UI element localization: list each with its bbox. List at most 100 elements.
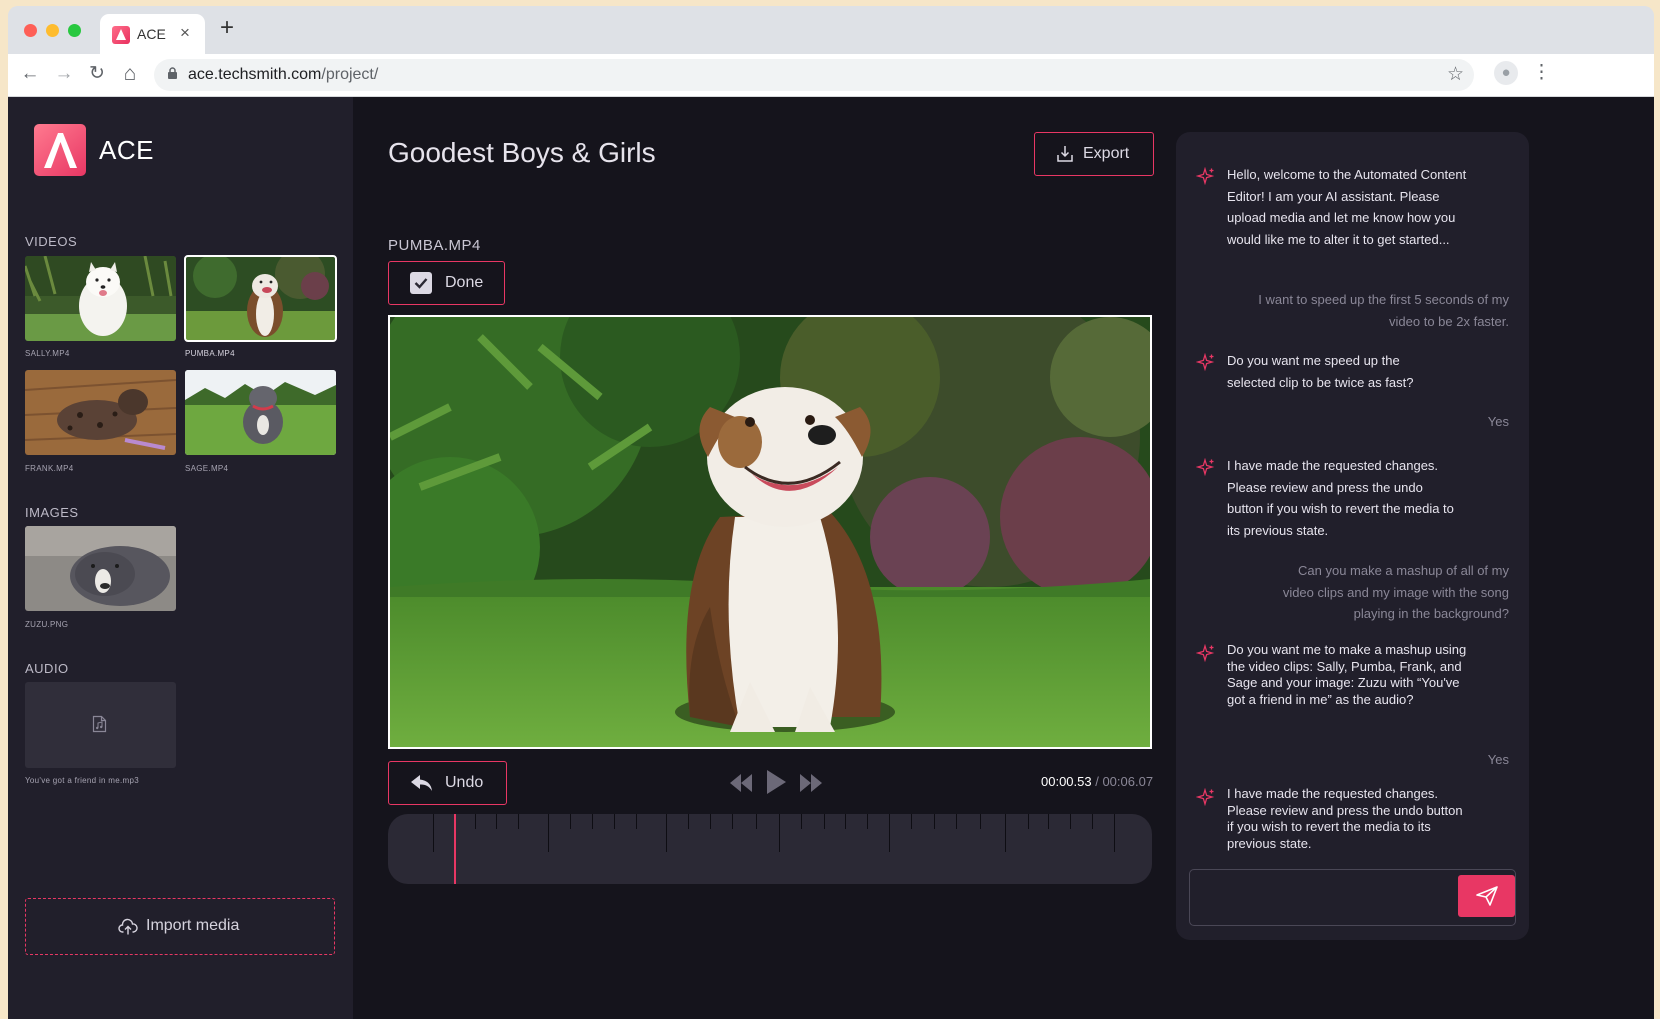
ai-message: I have made the requested changes. Pleas… bbox=[1227, 458, 1454, 538]
video-thumbnail-sage[interactable] bbox=[185, 370, 336, 455]
project-title: Goodest Boys & Girls bbox=[388, 137, 656, 168]
audio-label: You've got a friend in me.mp3 bbox=[25, 776, 139, 785]
tab-strip: ACE × + bbox=[8, 6, 1654, 54]
ai-message: I have made the requested changes. Pleas… bbox=[1227, 786, 1463, 851]
user-message: Yes bbox=[1487, 752, 1509, 767]
timeline-tick-major bbox=[889, 814, 890, 852]
timeline-tick-minor bbox=[934, 814, 935, 829]
checkbox-checked-icon bbox=[410, 272, 432, 294]
browser-menu-icon[interactable]: ⋮ bbox=[1532, 61, 1551, 84]
playhead[interactable] bbox=[454, 814, 456, 884]
lock-icon bbox=[168, 67, 177, 79]
timeline-tick-major bbox=[548, 814, 549, 852]
timeline-tick-minor bbox=[688, 814, 689, 829]
play-icon[interactable] bbox=[764, 768, 788, 796]
new-tab-icon[interactable]: + bbox=[220, 16, 234, 40]
ai-sparkle-icon bbox=[1196, 167, 1215, 186]
timeline-tick-minor bbox=[756, 814, 757, 829]
timeline-tick-major bbox=[666, 814, 667, 852]
timeline-tick-minor bbox=[1070, 814, 1071, 829]
timeline-tick-minor bbox=[518, 814, 519, 829]
url-text: ace.techsmith.com/project/ bbox=[188, 66, 379, 83]
media-sidebar: ACE VIDEOS SALLY.MP4 PUMBA.MP4 FRANK.MP4… bbox=[8, 97, 353, 1019]
bookmark-star-icon[interactable]: ☆ bbox=[1447, 63, 1464, 86]
timeline-tick-major bbox=[433, 814, 434, 852]
audio-section-title: AUDIO bbox=[25, 661, 69, 676]
address-bar[interactable]: ace.techsmith.com/project/ ☆ bbox=[154, 59, 1474, 91]
rewind-icon[interactable] bbox=[728, 772, 754, 794]
image-thumbnail-zuzu[interactable] bbox=[25, 526, 176, 611]
profile-avatar-icon[interactable]: ● bbox=[1494, 61, 1518, 85]
undo-button[interactable]: Undo bbox=[388, 761, 507, 805]
video-preview[interactable] bbox=[388, 315, 1152, 749]
editor-main: Goodest Boys & Girls Export PUMBA.MP4 Do… bbox=[353, 97, 1173, 1019]
send-paper-plane-icon bbox=[1476, 886, 1498, 906]
undo-arrow-icon bbox=[411, 775, 432, 791]
timeline-tick-minor bbox=[956, 814, 957, 829]
timeline-tick-minor bbox=[636, 814, 637, 829]
timeline-tick-major bbox=[1114, 814, 1115, 852]
ace-favicon-icon bbox=[112, 26, 130, 44]
fast-forward-icon[interactable] bbox=[798, 772, 824, 794]
ai-message: Do you want me to make a mashup using th… bbox=[1227, 642, 1467, 707]
timeline-tick-minor bbox=[824, 814, 825, 829]
home-icon[interactable]: ⌂ bbox=[118, 62, 142, 86]
app-name: ACE bbox=[99, 135, 154, 165]
ai-chat-panel: Hello, welcome to the Automated Content … bbox=[1176, 132, 1529, 940]
import-media-button[interactable]: Import media bbox=[25, 898, 335, 955]
video-thumbnail-frank[interactable] bbox=[25, 370, 176, 455]
timeline-tick-minor bbox=[496, 814, 497, 829]
reload-icon[interactable]: ↻ bbox=[85, 62, 109, 86]
send-button[interactable] bbox=[1458, 875, 1515, 917]
timeline-tick-minor bbox=[867, 814, 868, 829]
cloud-upload-icon bbox=[118, 918, 138, 935]
timeline-tick-minor bbox=[475, 814, 476, 829]
video-thumbnail-pumba[interactable] bbox=[184, 255, 337, 342]
timeline-tick-minor bbox=[845, 814, 846, 829]
import-media-label: Import media bbox=[146, 917, 240, 934]
user-message: Can you make a mashup of all of my video… bbox=[1282, 563, 1509, 621]
user-message: Yes bbox=[1487, 414, 1509, 429]
images-section-title: IMAGES bbox=[25, 505, 79, 520]
forward-arrow-icon[interactable]: → bbox=[52, 62, 76, 86]
export-label: Export bbox=[1083, 145, 1130, 162]
done-label: Done bbox=[445, 274, 484, 291]
timeline-track[interactable] bbox=[388, 814, 1152, 884]
playback-time: 00:00.53 / 00:06.07 bbox=[1041, 774, 1154, 789]
ai-sparkle-icon bbox=[1196, 788, 1215, 807]
ace-app: ACE VIDEOS SALLY.MP4 PUMBA.MP4 FRANK.MP4… bbox=[8, 97, 1654, 1019]
timeline-tick-major bbox=[1005, 814, 1006, 852]
ai-message: Do you want me speed up the selected cli… bbox=[1227, 353, 1414, 390]
tab-close-icon[interactable]: × bbox=[180, 23, 190, 43]
ai-sparkle-icon bbox=[1196, 644, 1215, 663]
close-window-button[interactable] bbox=[24, 24, 37, 37]
audio-file-icon bbox=[92, 715, 107, 733]
done-button[interactable]: Done bbox=[388, 261, 505, 305]
timeline-tick-minor bbox=[1028, 814, 1029, 829]
maximize-window-button[interactable] bbox=[68, 24, 81, 37]
user-message: I want to speed up the first 5 seconds o… bbox=[1258, 292, 1509, 329]
timeline-tick-minor bbox=[801, 814, 802, 829]
ace-logo-icon bbox=[34, 124, 86, 176]
audio-thumbnail[interactable] bbox=[25, 682, 176, 768]
timeline-tick-minor bbox=[1048, 814, 1049, 829]
browser-tab-ace[interactable]: ACE × bbox=[100, 14, 205, 54]
video-thumbnail-sally[interactable] bbox=[25, 256, 176, 341]
browser-window: ACE × + ← → ↻ ⌂ ace.techsmith.com/projec… bbox=[8, 6, 1654, 1019]
image-label: ZUZU.PNG bbox=[25, 620, 69, 629]
timeline-tick-minor bbox=[980, 814, 981, 829]
back-arrow-icon[interactable]: ← bbox=[18, 62, 42, 86]
timeline-tick-minor bbox=[570, 814, 571, 829]
timeline-tick-major bbox=[779, 814, 780, 852]
export-button[interactable]: Export bbox=[1034, 132, 1154, 176]
minimize-window-button[interactable] bbox=[46, 24, 59, 37]
timeline-tick-minor bbox=[732, 814, 733, 829]
videos-section-title: VIDEOS bbox=[25, 234, 78, 249]
browser-toolbar: ← → ↻ ⌂ ace.techsmith.com/project/ ☆ ● ⋮ bbox=[8, 54, 1654, 97]
undo-label: Undo bbox=[445, 774, 484, 791]
timeline-tick-minor bbox=[1092, 814, 1093, 829]
video-label: SAGE.MP4 bbox=[185, 464, 229, 473]
timeline-tick-minor bbox=[592, 814, 593, 829]
export-icon bbox=[1057, 146, 1073, 162]
timeline-tick-minor bbox=[614, 814, 615, 829]
